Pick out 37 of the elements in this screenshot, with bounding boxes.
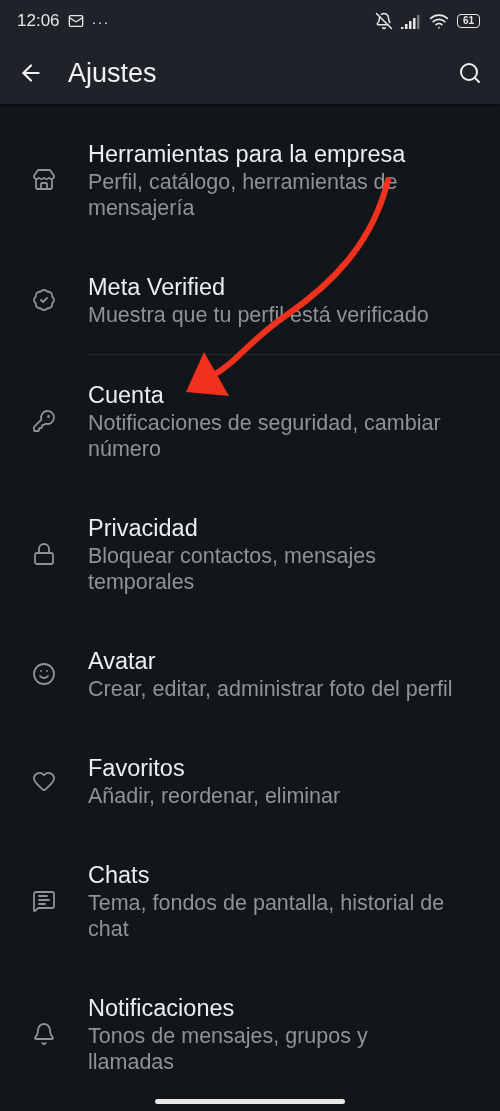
settings-item[interactable]: Avatar Crear, editar, administrar foto del perfil xyxy=(0,621,500,728)
item-title: Herramientas para la empresa xyxy=(88,140,407,169)
search-button[interactable] xyxy=(458,61,482,85)
store-icon xyxy=(32,168,56,192)
settings-item[interactable]: Favoritos Añadir, reordenar, eliminar xyxy=(0,728,500,835)
verified-badge-icon xyxy=(32,288,56,312)
item-title: Chats xyxy=(88,861,151,890)
lock-icon xyxy=(32,542,56,566)
bell-off-icon xyxy=(374,12,393,30)
mail-icon xyxy=(67,13,84,29)
battery-icon: 61 xyxy=(456,14,480,28)
item-title: Privacidad xyxy=(88,514,199,543)
bell-icon xyxy=(32,1022,56,1046)
settings-item[interactable]: Chats Tema, fondos de pantalla, historial de chat xyxy=(0,835,500,968)
item-title: Notificaciones xyxy=(88,994,236,1023)
item-title: Cuenta xyxy=(88,381,165,410)
item-title: Avatar xyxy=(88,647,157,676)
key-icon xyxy=(32,409,56,433)
face-icon xyxy=(32,662,56,686)
wifi-icon xyxy=(428,11,449,31)
settings-item[interactable]: Notificaciones Tonos de mensajes, grupos y llamadas xyxy=(0,968,500,1101)
item-subtitle: Tonos de mensajes, grupos y llamadas xyxy=(88,1023,369,1075)
signal-icon xyxy=(400,13,421,29)
item-subtitle: Bloquear contactos, mensajes temporales xyxy=(88,543,378,595)
settings-item[interactable]: Cuenta Notificaciones de seguridad, cambiar número xyxy=(0,355,500,488)
chat-icon xyxy=(32,889,56,913)
more-notifications: ··· xyxy=(91,12,110,30)
item-title: Favoritos xyxy=(88,754,186,783)
item-title: Meta Verified xyxy=(88,273,227,302)
item-subtitle: Notificaciones de seguridad, cambiar número xyxy=(88,410,442,462)
status-time: 12:06 xyxy=(17,11,60,31)
settings-item[interactable]: Privacidad Bloquear contactos, mensajes temporales xyxy=(0,488,500,621)
heart-icon xyxy=(32,769,56,793)
item-subtitle: Tema, fondos de pantalla, historial de chat xyxy=(88,890,446,942)
page-title: Ajustes xyxy=(68,57,158,89)
item-subtitle: Añadir, reordenar, eliminar xyxy=(88,783,341,809)
item-subtitle: Crear, editar, administrar foto del perfil xyxy=(88,676,453,702)
